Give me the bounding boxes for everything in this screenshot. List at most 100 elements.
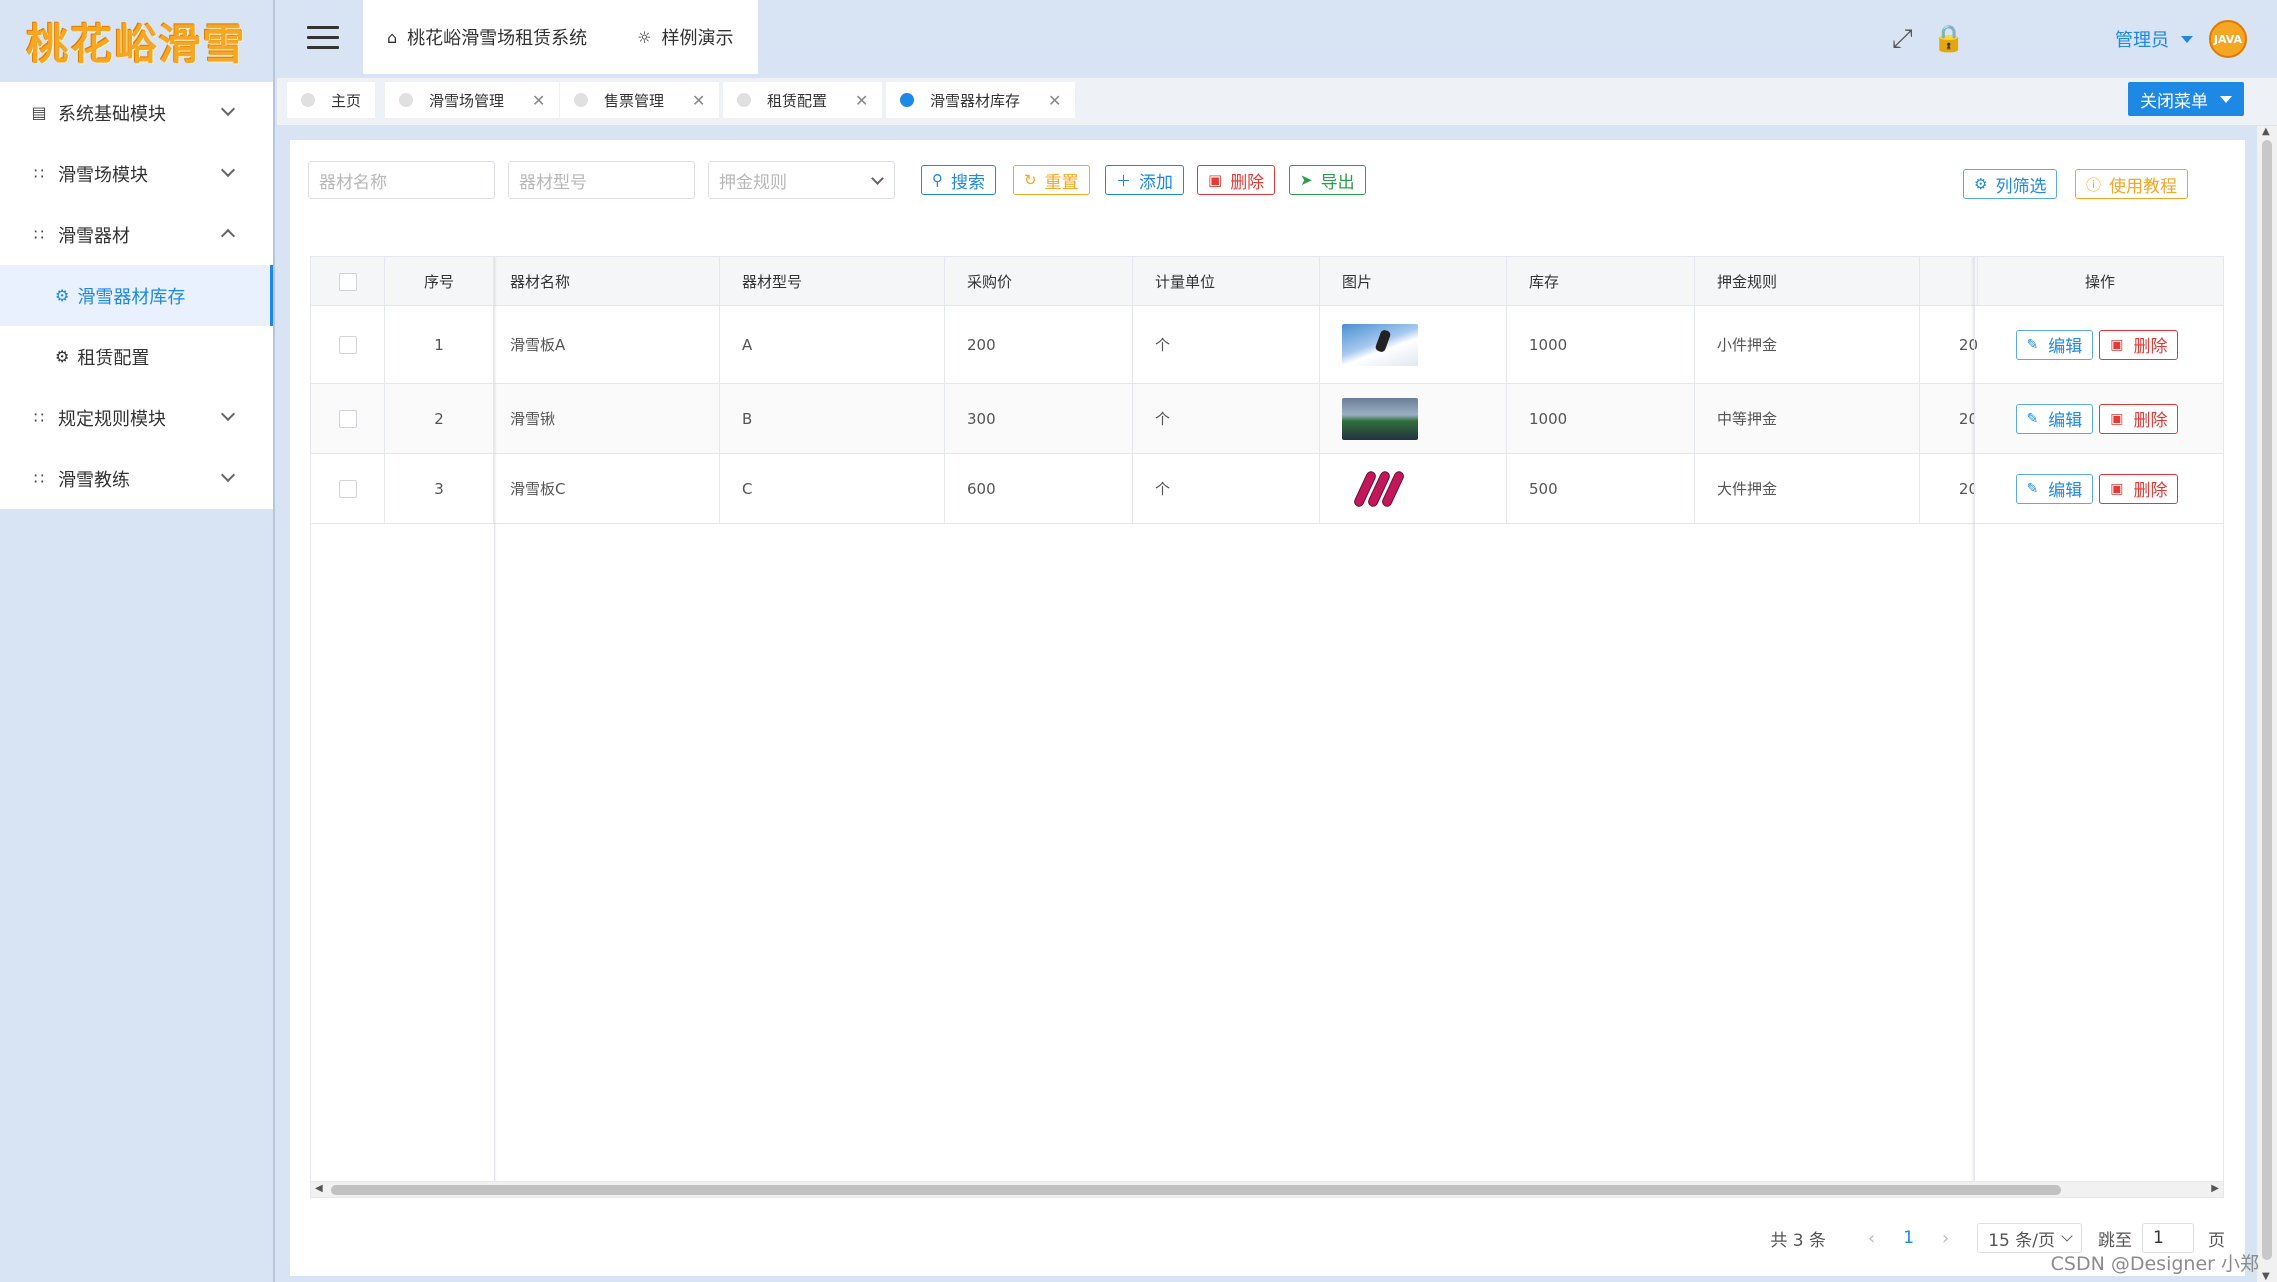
edit-button[interactable]: ✎ 编辑	[2015, 473, 2094, 504]
tab-home[interactable]: 主页	[287, 82, 376, 118]
equipment-image[interactable]	[1342, 397, 1418, 440]
row-delete-button[interactable]: ▣ 删除	[2099, 473, 2179, 504]
search-icon: ⚲	[932, 171, 943, 189]
deposit-rule-select[interactable]: 押金规则	[708, 161, 895, 199]
sidebar-subitem-label: 滑雪器材库存	[77, 286, 186, 308]
tab-ski-resort[interactable]: 滑雪场管理 ✕	[385, 82, 560, 118]
edit-button[interactable]: ✎ 编辑	[2015, 403, 2094, 434]
scroll-right-icon[interactable]: ▶	[2211, 1183, 2219, 1194]
next-page-icon[interactable]: ›	[1942, 1228, 1949, 1249]
close-menu-label: 关闭菜单	[2140, 91, 2208, 112]
avatar[interactable]: JAVA	[2209, 20, 2247, 58]
delete-button[interactable]: ▣ 删除	[1197, 165, 1276, 195]
cell-actions: ✎ 编辑 ▣ 删除	[1974, 384, 2223, 453]
jump-label: 跳至	[2098, 1230, 2132, 1251]
cell-unit: 个	[1133, 384, 1320, 453]
row-checkbox[interactable]	[338, 479, 357, 498]
edit-button[interactable]: ✎ 编辑	[2015, 329, 2094, 360]
select-all-checkbox[interactable]	[338, 272, 357, 291]
cell-image	[1320, 384, 1507, 453]
col-extra	[1920, 257, 1978, 306]
cell-name: 滑雪锹	[494, 384, 720, 453]
page-number[interactable]: 1	[1903, 1228, 1914, 1248]
cell-image	[1320, 454, 1507, 523]
tab-label: 售票管理	[604, 91, 665, 110]
add-button[interactable]: ＋ 添加	[1105, 165, 1185, 195]
row-delete-button[interactable]: ▣ 删除	[2099, 329, 2179, 360]
caret-down-icon	[2181, 35, 2193, 43]
button-label: 删除	[2133, 481, 2168, 501]
sidebar-menu: ▤ 系统基础模块 ∷ 滑雪场模块 ∷ 滑雪器材 ⚙ 滑雪器材库存 ⚙ 租赁配置 …	[0, 82, 273, 509]
top-nav-demo[interactable]: ☼ 样例演示	[637, 24, 733, 50]
sidebar-item-equipment[interactable]: ∷ 滑雪器材	[0, 204, 273, 265]
scroll-up-icon[interactable]: ▲	[2262, 126, 2270, 137]
header-checkbox-cell	[311, 257, 385, 306]
row-delete-button[interactable]: ▣ 删除	[2099, 403, 2179, 434]
sidebar-subitem-rental-config[interactable]: ⚙ 租赁配置	[0, 326, 273, 387]
sidebar-item-label: 滑雪器材	[58, 225, 130, 247]
close-menu-button[interactable]: 关闭菜单	[2128, 82, 2244, 116]
tab-label: 租赁配置	[767, 91, 828, 110]
gear-icon: ⚙	[1974, 175, 1988, 193]
close-icon[interactable]: ✕	[532, 91, 545, 110]
jump-value: 1	[2153, 1228, 2164, 1248]
equipment-image[interactable]	[1342, 467, 1418, 510]
sidebar-subitem-equipment-stock[interactable]: ⚙ 滑雪器材库存	[0, 265, 273, 326]
home-icon: ⌂	[387, 27, 398, 47]
demo-label: 样例演示	[661, 28, 734, 49]
sidebar-item-system[interactable]: ▤ 系统基础模块	[0, 82, 273, 143]
column-divider	[494, 524, 495, 1181]
reset-button[interactable]: ↻ 重置	[1013, 165, 1090, 195]
horizontal-scrollbar[interactable]: ◀ ▶	[311, 1181, 2223, 1197]
row-checkbox[interactable]	[338, 335, 357, 354]
chevron-down-icon	[220, 406, 236, 422]
hamburger-menu-icon[interactable]	[307, 26, 339, 50]
cell-index: 2	[385, 384, 494, 453]
grid-icon: ∷	[33, 407, 45, 427]
placeholder-text: 器材型号	[519, 172, 587, 193]
tab-rental-config[interactable]: 租赁配置 ✕	[723, 82, 883, 118]
tutorial-button[interactable]: ⓘ 使用教程	[2075, 169, 2189, 199]
equipment-image[interactable]	[1342, 323, 1418, 366]
sidebar-item-ski-resort[interactable]: ∷ 滑雪场模块	[0, 143, 273, 204]
cell-model: C	[720, 454, 945, 523]
col-name: 器材名称	[494, 257, 720, 306]
prev-page-icon[interactable]: ‹	[1868, 1228, 1875, 1249]
button-label: 删除	[2133, 337, 2168, 357]
chevron-up-icon	[220, 228, 236, 244]
scroll-left-icon[interactable]: ◀	[315, 1183, 323, 1194]
tab-equipment-stock[interactable]: 滑雪器材库存 ✕	[886, 82, 1076, 118]
search-button[interactable]: ⚲ 搜索	[921, 165, 996, 195]
page-vertical-scrollbar[interactable]: ▲ ▼	[2257, 126, 2277, 1282]
lock-icon[interactable]: 🔒	[1933, 24, 1965, 54]
fullscreen-icon[interactable]: ⤢	[1892, 24, 1913, 55]
tab-ticket[interactable]: 售票管理 ✕	[560, 82, 720, 118]
watermark: CSDN @Designer 小郑	[2050, 1253, 2259, 1275]
export-button[interactable]: ➤ 导出	[1289, 165, 1366, 195]
sidebar-subitem-label: 租赁配置	[77, 347, 150, 369]
close-icon[interactable]: ✕	[692, 91, 705, 110]
cell-unit: 个	[1133, 454, 1320, 523]
table-row: 2 滑雪锹 B 300 个 1000 中等押金 20 ✎ 编辑 ▣ 删除	[311, 384, 2223, 454]
equipment-model-input[interactable]: 器材型号	[508, 161, 695, 199]
sidebar-item-rules[interactable]: ∷ 规定规则模块	[0, 387, 273, 448]
scroll-down-icon[interactable]: ▼	[2262, 1271, 2270, 1282]
top-header: ⌂ 桃花峪滑雪场租赁系统 ☼ 样例演示 ⤢ 🔒 管理员 JAVA	[277, 0, 2277, 78]
close-icon[interactable]: ✕	[855, 91, 868, 110]
sidebar-item-coach[interactable]: ∷ 滑雪教练	[0, 448, 273, 509]
column-filter-button[interactable]: ⚙ 列筛选	[1963, 169, 2058, 199]
cell-extra: 20	[1958, 479, 1978, 498]
caret-down-icon	[2220, 95, 2232, 103]
scrollbar-thumb[interactable]	[2262, 140, 2272, 1260]
equipment-name-input[interactable]: 器材名称	[308, 161, 495, 199]
col-stock: 库存	[1507, 257, 1695, 306]
cell-name: 滑雪板A	[494, 306, 720, 383]
button-label: 重置	[1044, 172, 1079, 193]
close-icon[interactable]: ✕	[1048, 91, 1061, 110]
user-menu[interactable]: 管理员 JAVA	[2115, 20, 2247, 58]
cell-deposit: 小件押金	[1695, 306, 1920, 383]
placeholder-text: 押金规则	[719, 172, 787, 193]
row-checkbox[interactable]	[338, 409, 357, 428]
scrollbar-thumb[interactable]	[331, 1185, 2061, 1195]
top-nav-home[interactable]: ⌂ 桃花峪滑雪场租赁系统	[387, 24, 587, 50]
